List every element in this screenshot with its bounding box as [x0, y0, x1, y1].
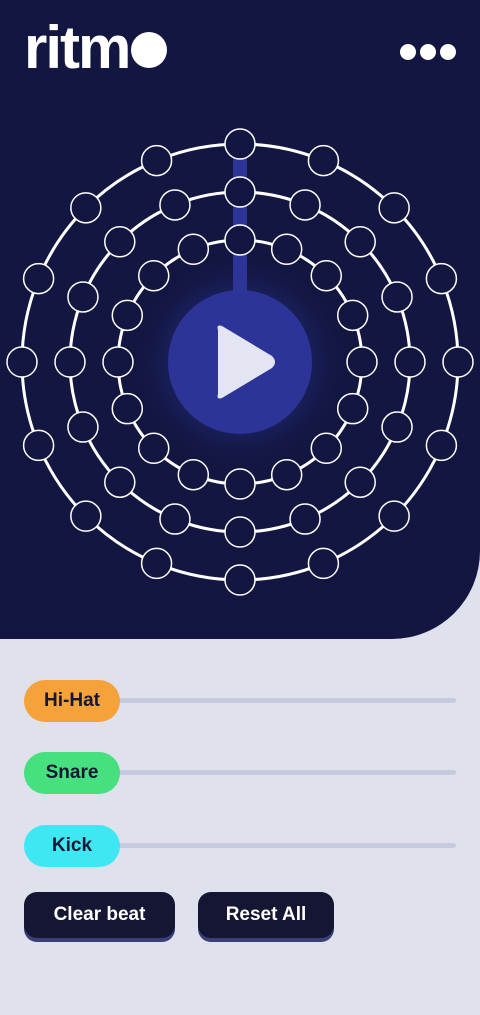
reset-all-button[interactable]: Reset All: [198, 892, 334, 938]
step-middle-16[interactable]: [159, 189, 191, 221]
step-inner-5[interactable]: [346, 346, 378, 378]
ritmo-logo: ritm: [24, 18, 168, 78]
step-middle-10[interactable]: [159, 503, 191, 535]
step-middle-5[interactable]: [394, 346, 426, 378]
step-inner-1[interactable]: [224, 224, 256, 256]
step-outer-13[interactable]: [6, 346, 38, 378]
step-inner-3[interactable]: [310, 259, 343, 292]
more-horizontal-icon-dot: [420, 44, 436, 60]
track-kick: Kick: [24, 825, 456, 867]
track-hihat-button[interactable]: Hi-Hat: [24, 680, 120, 722]
track-snare-button[interactable]: Snare: [24, 752, 120, 794]
more-horizontal-icon: [400, 44, 416, 60]
step-inner-6[interactable]: [336, 392, 369, 425]
step-inner-14[interactable]: [111, 299, 144, 332]
step-inner-7[interactable]: [310, 432, 343, 465]
track-kick-line: [114, 843, 456, 848]
play-button[interactable]: [168, 290, 312, 434]
step-inner-2[interactable]: [270, 233, 303, 266]
step-middle-7[interactable]: [344, 466, 376, 498]
step-outer-6[interactable]: [425, 429, 458, 462]
step-outer-4[interactable]: [425, 262, 458, 295]
step-middle-2[interactable]: [289, 189, 321, 221]
step-middle-8[interactable]: [289, 503, 321, 535]
step-outer-16[interactable]: [140, 144, 173, 177]
step-middle-13[interactable]: [54, 346, 86, 378]
step-outer-15[interactable]: [70, 192, 102, 224]
step-outer-9[interactable]: [224, 564, 256, 596]
step-middle-4[interactable]: [381, 281, 413, 313]
logo-text: ritm: [24, 14, 131, 81]
step-outer-1[interactable]: [224, 128, 256, 160]
step-outer-7[interactable]: [378, 500, 410, 532]
step-inner-11[interactable]: [137, 432, 170, 465]
step-outer-5[interactable]: [442, 346, 474, 378]
step-inner-15[interactable]: [137, 259, 170, 292]
step-inner-13[interactable]: [102, 346, 134, 378]
sequencer-panel: ritm: [0, 0, 480, 639]
track-snare: Snare: [24, 752, 456, 794]
track-snare-line: [114, 770, 456, 775]
step-outer-14[interactable]: [22, 262, 55, 295]
track-kick-button[interactable]: Kick: [24, 825, 120, 867]
step-inner-10[interactable]: [177, 458, 210, 491]
step-inner-8[interactable]: [270, 458, 303, 491]
track-hihat: Hi-Hat: [24, 680, 456, 722]
step-outer-8[interactable]: [307, 547, 340, 580]
step-inner-9[interactable]: [224, 468, 256, 500]
step-inner-4[interactable]: [336, 299, 369, 332]
more-menu-button[interactable]: [400, 40, 460, 64]
step-outer-12[interactable]: [22, 429, 55, 462]
clear-beat-button[interactable]: Clear beat: [24, 892, 175, 938]
step-middle-12[interactable]: [67, 411, 99, 443]
step-outer-2[interactable]: [307, 144, 340, 177]
step-middle-3[interactable]: [344, 226, 376, 258]
more-horizontal-icon-dot: [440, 44, 456, 60]
step-outer-10[interactable]: [140, 547, 173, 580]
step-inner-12[interactable]: [111, 392, 144, 425]
step-inner-16[interactable]: [177, 233, 210, 266]
step-middle-11[interactable]: [104, 466, 136, 498]
track-hihat-line: [114, 698, 456, 703]
beat-sequencer: [6, 128, 474, 596]
step-outer-11[interactable]: [70, 500, 102, 532]
step-middle-1[interactable]: [224, 176, 256, 208]
logo-dot: [131, 32, 168, 68]
step-middle-9[interactable]: [224, 516, 256, 548]
step-middle-6[interactable]: [381, 411, 413, 443]
step-middle-14[interactable]: [67, 281, 99, 313]
step-outer-3[interactable]: [378, 192, 410, 224]
step-middle-15[interactable]: [104, 226, 136, 258]
